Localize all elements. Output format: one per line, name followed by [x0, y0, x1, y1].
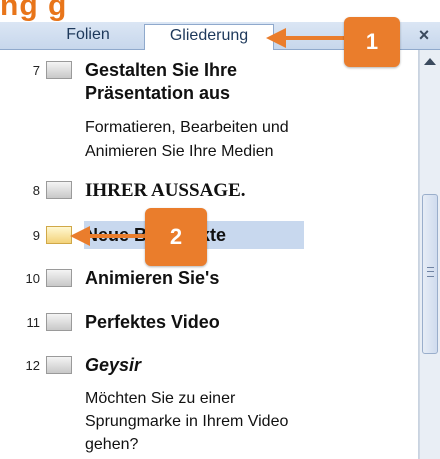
slide-number: 7: [32, 63, 40, 78]
grip-icon: [427, 267, 434, 277]
slide-body-line[interactable]: gehen?: [85, 434, 138, 456]
slide-title[interactable]: IHRER AUSSAGE.: [85, 179, 246, 202]
slide-title[interactable]: Animieren Sie's: [85, 267, 219, 290]
slide-body-line[interactable]: Möchten Sie zu einer: [85, 388, 235, 410]
slide-title-line[interactable]: Gestalten Sie Ihre: [85, 59, 237, 82]
slide-title[interactable]: Perfektes Video: [85, 311, 220, 334]
outline-pane-screenshot: ng g Folien Gliederung × 7 Gestalten Sie…: [0, 0, 440, 459]
slide-number: 10: [25, 271, 40, 286]
slide-body-line[interactable]: Formatieren, Bearbeiten und: [85, 117, 289, 139]
slide-title-line[interactable]: Präsentation aus: [85, 82, 230, 105]
slide-number: 9: [32, 228, 40, 243]
slide-number: 11: [26, 315, 41, 330]
slide-number: 8: [32, 183, 40, 198]
slide-thumbnail-icon[interactable]: [46, 226, 72, 244]
slide-thumbnail-icon[interactable]: [46, 356, 72, 374]
scroll-up-icon[interactable]: [424, 58, 436, 65]
slide-title[interactable]: Geysir: [85, 354, 141, 377]
slide-number: 12: [25, 358, 40, 373]
vertical-scrollbar[interactable]: [419, 50, 440, 459]
slide-thumbnail-icon[interactable]: [46, 313, 72, 331]
slide-thumbnail-icon[interactable]: [46, 181, 72, 199]
scrollbar-thumb[interactable]: [422, 194, 438, 354]
outline-content[interactable]: 7 Gestalten Sie Ihre Präsentation aus Fo…: [0, 50, 419, 459]
slide-body-line[interactable]: Animieren Sie Ihre Medien: [85, 141, 274, 163]
slide-thumbnail-icon[interactable]: [46, 269, 72, 287]
annotation-callout-1: 1: [344, 17, 400, 67]
close-icon[interactable]: ×: [414, 23, 434, 47]
slide-body-line[interactable]: Sprungmarke in Ihrem Video: [85, 411, 288, 433]
annotation-callout-2: 2: [145, 208, 207, 266]
tab-gliederung[interactable]: Gliederung: [144, 24, 274, 50]
slide-thumbnail-icon[interactable]: [46, 61, 72, 79]
tab-folien[interactable]: Folien: [38, 24, 138, 48]
